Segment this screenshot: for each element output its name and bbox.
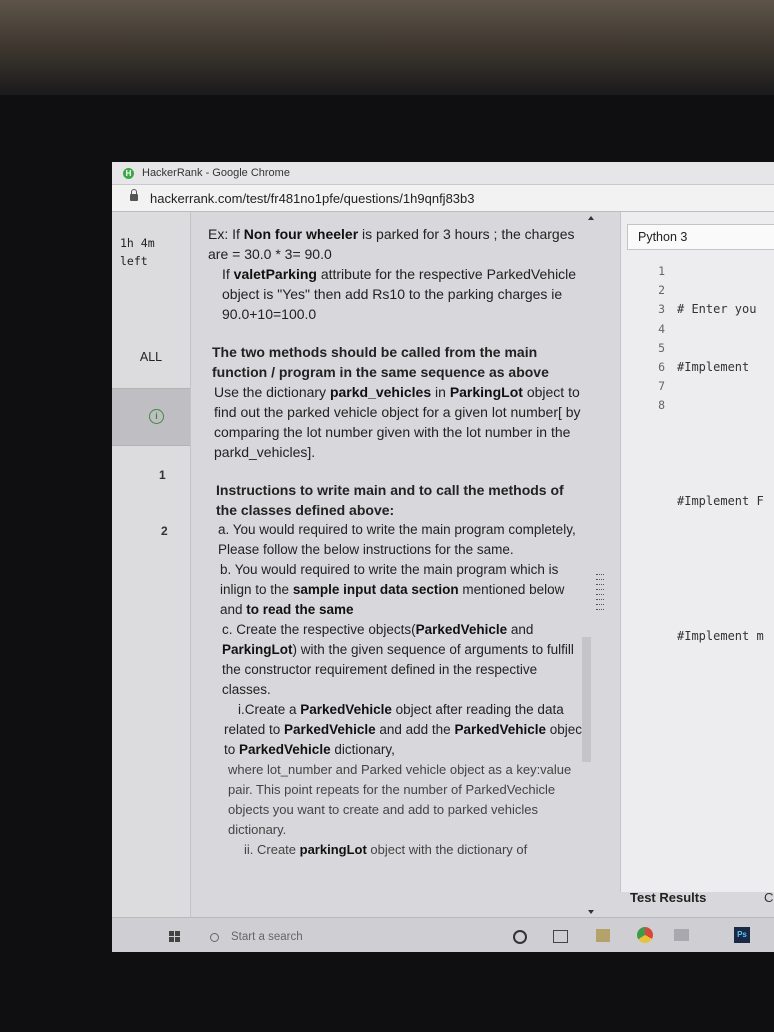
instructions-heading: Instructions to write main and to call t… (216, 482, 564, 518)
text: Ex: If (208, 226, 244, 242)
bold-text: ParkedVehicle (415, 622, 508, 637)
text: in (431, 384, 450, 400)
search-icon (210, 933, 219, 942)
pane-splitter-handle[interactable] (596, 572, 604, 622)
line-number: 6 (658, 360, 665, 375)
test-results-extra-tab[interactable]: C (764, 890, 773, 905)
text: dictionary, (330, 742, 395, 757)
question-scrollbar[interactable] (582, 637, 591, 762)
text: c. Create the respective objects( (222, 622, 416, 637)
windows-taskbar: Start a search Ps (112, 917, 774, 952)
task-view-icon[interactable] (553, 930, 568, 943)
instruction-c-i: i.Create a ParkedVehicle object after re… (208, 700, 588, 760)
line-number: 1 (658, 264, 665, 278)
language-select[interactable]: Python 3 (627, 224, 774, 250)
code-line[interactable]: #Implement (677, 358, 774, 377)
url-text[interactable]: hackerrank.com/test/fr481no1pfe/question… (150, 191, 475, 206)
text: and add the (375, 722, 455, 737)
hackerrank-icon: H (123, 168, 134, 179)
instruction-a: a. You would required to write the main … (218, 522, 576, 557)
text: i.Create a (238, 702, 301, 717)
dictionary-lookup-paragraph: Use the dictionary parkd_vehicles in Par… (208, 382, 588, 462)
text: If (222, 266, 234, 282)
instruction-c: c. Create the respective objects(ParkedV… (208, 620, 588, 700)
valet-rule-paragraph: If valetParking attribute for the respec… (208, 264, 588, 324)
bold-text: to read the same (246, 602, 354, 617)
bold-text: ParkedVehicle (300, 702, 392, 717)
photoshop-icon[interactable]: Ps (734, 927, 750, 943)
bold-text: sample input data section (292, 582, 459, 597)
test-results-tab[interactable]: Test Results (630, 890, 706, 905)
chrome-icon[interactable] (637, 927, 653, 943)
time-remaining: 1h 4m left (120, 234, 155, 270)
address-bar[interactable]: hackerrank.com/test/fr481no1pfe/question… (112, 185, 774, 212)
line-number: 8 (658, 398, 665, 413)
info-icon: i (149, 409, 164, 424)
lock-icon (130, 189, 138, 201)
line-number: 5 (658, 340, 665, 355)
nav-question-2[interactable]: 2 (161, 524, 168, 538)
bold-text: valetParking (233, 266, 317, 282)
windows-start-icon[interactable] (169, 931, 181, 943)
line-number: 3 (658, 302, 665, 317)
scroll-up-icon[interactable] (588, 216, 594, 220)
line-number: 4 (658, 321, 665, 336)
line-number: 7 (658, 379, 665, 394)
timer-value: 1h 4m (120, 236, 155, 250)
code-line[interactable]: # Enter you (677, 300, 774, 319)
line-number-gutter: 1 2 3 4 5 6 7 8 (621, 262, 665, 416)
bold-text: ParkedVehicle (284, 722, 376, 737)
cortana-icon[interactable] (513, 930, 527, 944)
browser-window: H HackerRank - Google Chrome hackerrank.… (112, 162, 774, 952)
line-number: 2 (658, 283, 665, 298)
instruction-c-i-detail: where lot_number and Parked vehicle obje… (228, 762, 572, 837)
bold-text: Non four wheeler (243, 226, 359, 242)
code-text-area[interactable]: # Enter you #Implement #Implement F #Imp… (677, 262, 774, 684)
text: ii. Create (244, 842, 300, 857)
window-title: HackerRank - Google Chrome (142, 167, 290, 179)
code-line[interactable]: #Implement m (677, 627, 774, 646)
bold-text: ParkingLot (222, 642, 293, 657)
taskbar-search-input[interactable]: Start a search (231, 931, 303, 943)
text: object with the dictionary of (366, 842, 528, 857)
nav-info-item[interactable]: i (112, 388, 190, 446)
bold-text: ParkedVehicle (239, 742, 331, 757)
mail-icon[interactable] (674, 929, 689, 941)
bold-text: parkingLot (299, 842, 367, 857)
instruction-b: b. You would required to write the main … (208, 560, 588, 620)
instruction-c-ii: ii. Create parkingLot object with the di… (208, 840, 588, 860)
bold-text: ParkedVehicle (454, 722, 546, 737)
scroll-down-icon[interactable] (588, 910, 594, 914)
question-body: Ex: If Non four wheeler is parked for 3 … (208, 224, 588, 860)
code-line[interactable]: #Implement F (677, 492, 774, 511)
nav-all-questions[interactable]: ALL (112, 339, 190, 389)
file-explorer-icon[interactable] (596, 929, 610, 942)
example-paragraph: Ex: If Non four wheeler is parked for 3 … (208, 224, 588, 264)
title-bar: H HackerRank - Google Chrome (112, 162, 774, 185)
text: Use the dictionary (214, 384, 330, 400)
text: and (507, 622, 534, 637)
code-editor[interactable]: Python 3 1 2 3 4 5 6 7 8 # Enter you #Im… (620, 212, 774, 892)
bold-text: ParkingLot (449, 384, 523, 400)
nav-question-1[interactable]: 1 (159, 468, 166, 482)
bold-text: parkd_vehicles (329, 384, 432, 400)
question-navigation: 1h 4m left ALL i 1 2 (112, 212, 191, 952)
timer-label: left (120, 254, 148, 268)
background-fabric (0, 0, 774, 95)
method-order-note: The two methods should be called from th… (212, 344, 549, 380)
